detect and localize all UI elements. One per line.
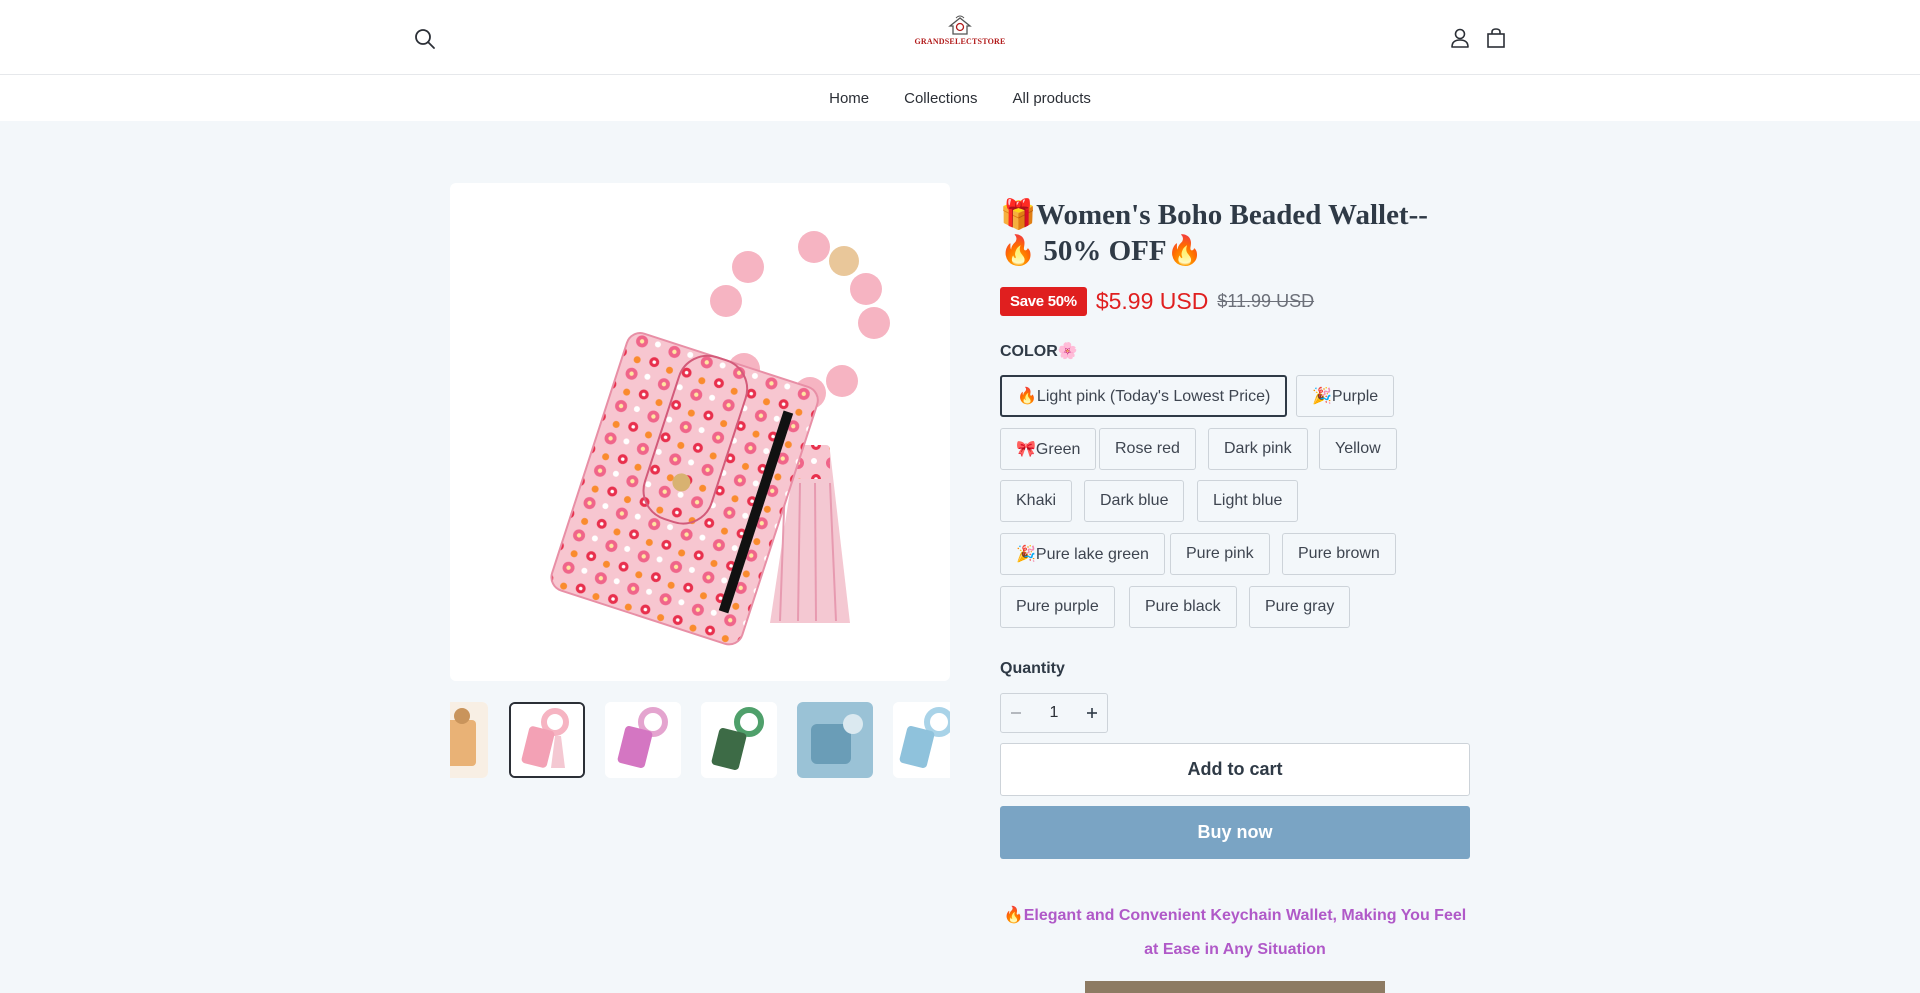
color-option-yellow[interactable]: Yellow [1319,428,1397,470]
cart-button[interactable] [1481,23,1511,53]
color-option-pure-gray[interactable]: Pure gray [1249,586,1351,628]
sale-badge: Save 50% [1000,287,1087,316]
color-option-pure-black[interactable]: Pure black [1129,586,1237,628]
thumbnail[interactable] [605,702,681,778]
nav-item-collections[interactable]: Collections [904,90,977,107]
quantity-label: Quantity [1000,660,1065,677]
store-logo[interactable]: GRANDSELECTSTORE [910,14,1010,54]
color-option-khaki[interactable]: Khaki [1000,480,1073,522]
buy-now-button[interactable]: Buy now [1000,806,1470,859]
quantity-stepper: 1 [1000,693,1108,733]
color-option-light-pink[interactable]: 🔥Light pink (Today's Lowest Price) [1000,375,1288,417]
minus-icon [1011,712,1021,714]
store-name: GRANDSELECTSTORE [914,37,1006,46]
site-header: GRANDSELECTSTORE Home Collections All pr… [0,0,1920,121]
sale-price: $5.99 USD [1095,288,1209,314]
price-row: Save 50% $5.99 USD $11.99 USD [1000,287,1314,316]
account-button[interactable] [1445,23,1475,53]
thumbnail-image [511,704,583,776]
color-option-pure-pink[interactable]: Pure pink [1170,533,1270,575]
cart-icon [1487,28,1505,48]
add-to-cart-button[interactable]: Add to cart [1000,743,1470,796]
thumbnail-image [893,702,950,778]
quantity-increase-button[interactable] [1077,694,1107,732]
logo-emblem-icon [948,15,972,35]
quantity-decrease-button[interactable] [1001,694,1031,732]
thumbnail-image [605,702,681,778]
description-headline: 🔥Elegant and Convenient Keychain Wallet,… [1003,907,1467,958]
account-icon [1451,28,1469,48]
main-nav: Home Collections All products [0,76,1920,121]
color-option-green[interactable]: 🎀Green [1000,428,1097,470]
option-label: COLOR🌸 [1000,343,1078,360]
product-title: 🎁Women's Boho Beaded Wallet--🔥 50% OFF🔥 [1000,199,1428,267]
thumbnail-image [450,702,488,778]
color-option-light-blue[interactable]: Light blue [1197,480,1299,522]
compare-price: $11.99 USD [1217,291,1315,311]
plus-icon [1087,708,1097,718]
thumbnail[interactable] [701,702,777,778]
description-image [1085,981,1385,993]
thumbnail-strip [450,702,950,778]
thumbnail[interactable] [450,702,488,778]
color-option-dark-blue[interactable]: Dark blue [1084,480,1185,522]
thumbnail-image [701,702,777,778]
quantity-input[interactable]: 1 [1031,704,1077,722]
product-main-image[interactable] [450,183,950,681]
thumbnail-image [797,702,873,778]
color-option-pure-brown[interactable]: Pure brown [1282,533,1396,575]
nav-item-home[interactable]: Home [829,90,869,107]
color-option-rose-red[interactable]: Rose red [1099,428,1196,470]
color-option-dark-pink[interactable]: Dark pink [1208,428,1308,470]
top-bar: GRANDSELECTSTORE [0,0,1920,75]
wallet-image [550,231,890,646]
nav-item-all-products[interactable]: All products [1013,90,1091,107]
search-button[interactable] [410,24,440,54]
search-icon [415,29,435,49]
thumbnail[interactable] [893,702,950,778]
thumbnail[interactable] [797,702,873,778]
thumbnail-selected[interactable] [509,702,585,778]
color-option-purple[interactable]: 🎉Purple [1296,375,1395,417]
color-option-pure-purple[interactable]: Pure purple [1000,586,1115,628]
color-option-pure-lake-green[interactable]: 🎉Pure lake green [1000,533,1165,575]
